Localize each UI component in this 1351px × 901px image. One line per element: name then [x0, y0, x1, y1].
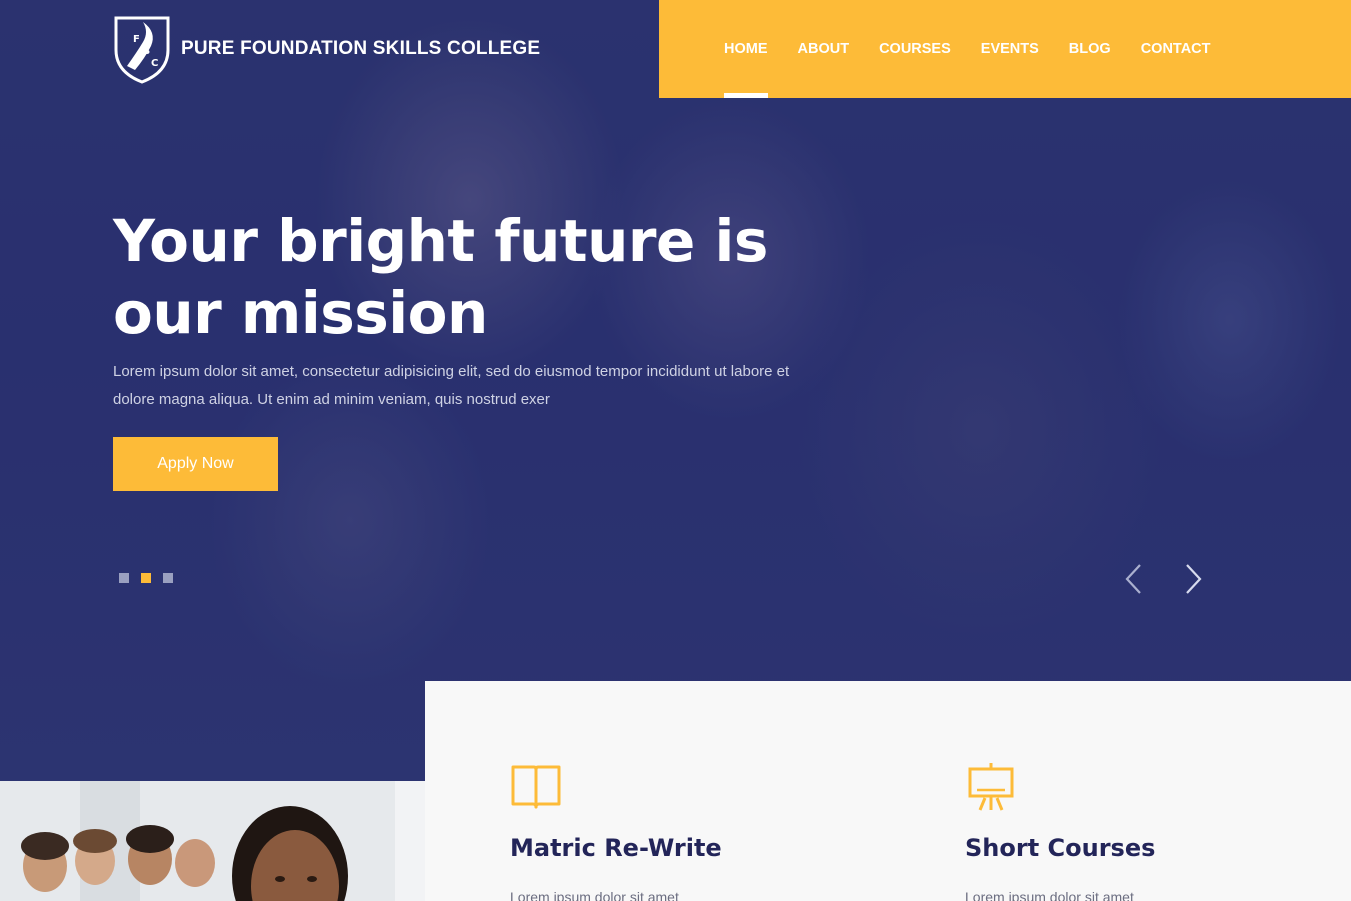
nav-item-about[interactable]: ABOUT	[798, 0, 850, 98]
slider-dots	[119, 573, 185, 583]
site-logo[interactable]: F S C PURE FOUNDATION SKILLS COLLEGE	[113, 14, 540, 84]
svg-text:C: C	[151, 58, 158, 69]
book-icon	[511, 765, 561, 809]
chevron-right-icon[interactable]	[1183, 562, 1205, 596]
nav-item-contact[interactable]: CONTACT	[1141, 0, 1211, 98]
hero-description: Lorem ipsum dolor sit amet, consectetur …	[113, 363, 790, 408]
nav-item-blog[interactable]: BLOG	[1069, 0, 1111, 98]
nav-item-events[interactable]: EVENTS	[981, 0, 1039, 98]
slider-dot-2[interactable]	[141, 573, 151, 583]
feature-description: Lorem ipsum dolor sit amet	[965, 889, 1134, 901]
svg-text:S: S	[143, 46, 150, 57]
features-panel: Matric Re-Write Lorem ipsum dolor sit am…	[425, 681, 1351, 901]
feature-title: Short Courses	[965, 834, 1156, 862]
main-navigation-bar: HOME ABOUT COURSES EVENTS BLOG CONTACT	[659, 0, 1351, 98]
slider-dot-1[interactable]	[119, 573, 129, 583]
nav-item-courses[interactable]: COURSES	[879, 0, 951, 98]
students-photo-illustration	[0, 781, 425, 901]
presentation-board-icon	[968, 763, 1014, 811]
feature-description: Lorem ipsum dolor sit amet	[510, 889, 679, 901]
hero-title: Your bright future is our mission	[113, 207, 768, 347]
hero-section: F S C PURE FOUNDATION SKILLS COLLEGE You…	[0, 0, 1351, 781]
nav-item-home[interactable]: HOME	[724, 0, 768, 98]
site-name: PURE FOUNDATION SKILLS COLLEGE	[181, 38, 541, 59]
apply-now-button[interactable]: Apply Now	[113, 437, 278, 491]
college-crest-icon: F S C	[114, 16, 170, 84]
slider-dot-3[interactable]	[163, 573, 173, 583]
main-navigation: HOME ABOUT COURSES EVENTS BLOG CONTACT	[724, 0, 1241, 98]
students-photo	[0, 781, 425, 901]
svg-text:F: F	[133, 34, 140, 45]
feature-title: Matric Re-Write	[510, 834, 722, 862]
chevron-left-icon[interactable]	[1122, 562, 1144, 596]
